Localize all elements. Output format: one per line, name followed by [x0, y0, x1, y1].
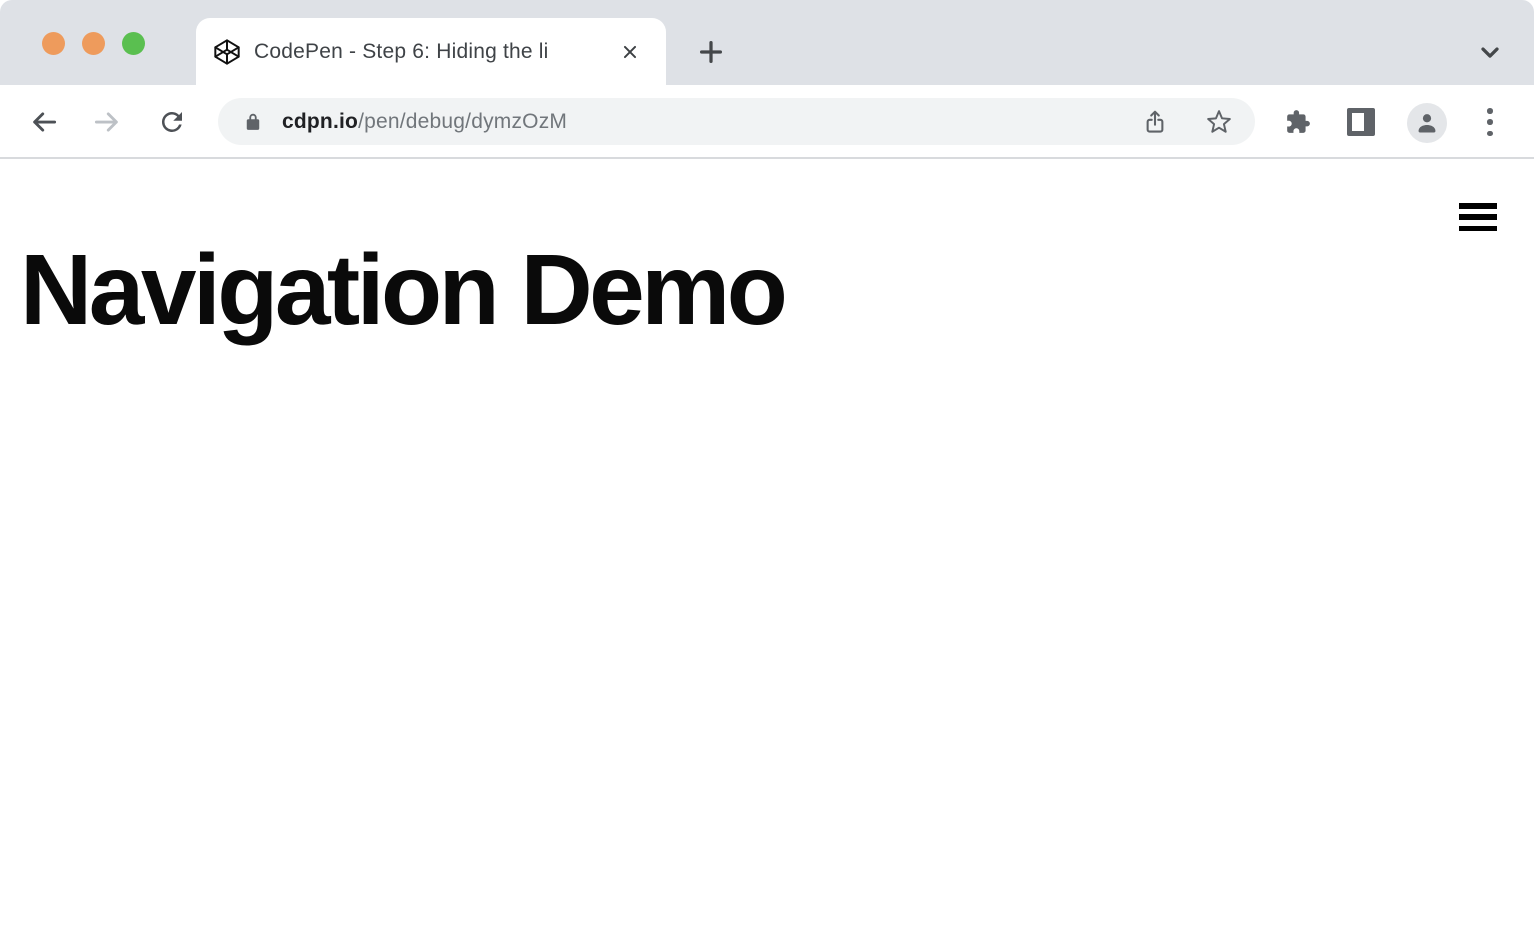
browser-tab[interactable]: CodePen - Step 6: Hiding the li [196, 18, 666, 85]
side-panel-shape [1347, 108, 1375, 136]
hamburger-menu-icon[interactable] [1459, 203, 1497, 231]
profile-avatar[interactable] [1407, 103, 1447, 143]
tab-title: CodePen - Step 6: Hiding the li [254, 39, 549, 63]
side-panel-icon[interactable] [1347, 108, 1375, 136]
page-title: Navigation Demo [20, 234, 788, 346]
dot [1487, 130, 1493, 136]
hamburger-bar [1459, 225, 1497, 231]
window-zoom-button[interactable] [122, 32, 145, 55]
hamburger-bar [1459, 214, 1497, 220]
window-close-button[interactable] [42, 32, 65, 55]
codepen-icon [213, 38, 241, 66]
reload-button[interactable] [157, 107, 187, 137]
bookmark-star-icon[interactable] [1206, 109, 1232, 135]
tab-title-container: CodePen - Step 6: Hiding the li [254, 18, 606, 85]
tab-close-icon[interactable] [618, 40, 642, 64]
tab-strip: CodePen - Step 6: Hiding the li [0, 0, 1534, 85]
new-tab-button[interactable] [696, 37, 726, 67]
browser-window: CodePen - Step 6: Hiding the li cdpn.io/… [0, 0, 1534, 950]
dot [1487, 108, 1493, 114]
url-domain: cdpn.io [282, 109, 359, 133]
lock-icon[interactable] [242, 111, 264, 133]
tab-title-fade [550, 18, 606, 85]
extensions-puzzle-icon[interactable] [1285, 109, 1311, 135]
address-bar[interactable]: cdpn.io/pen/debug/dymzOzM [218, 98, 1255, 145]
url-text: cdpn.io/pen/debug/dymzOzM [282, 110, 567, 134]
forward-button[interactable] [92, 107, 122, 137]
url-path: /pen/debug/dymzOzM [358, 109, 568, 133]
browser-menu-dots-icon[interactable] [1487, 108, 1493, 136]
back-button[interactable] [29, 107, 59, 137]
window-minimize-button[interactable] [82, 32, 105, 55]
hamburger-bar [1459, 203, 1497, 209]
dot [1487, 119, 1493, 125]
share-icon[interactable] [1142, 109, 1168, 135]
tab-search-chevron-down-icon[interactable] [1476, 38, 1504, 66]
